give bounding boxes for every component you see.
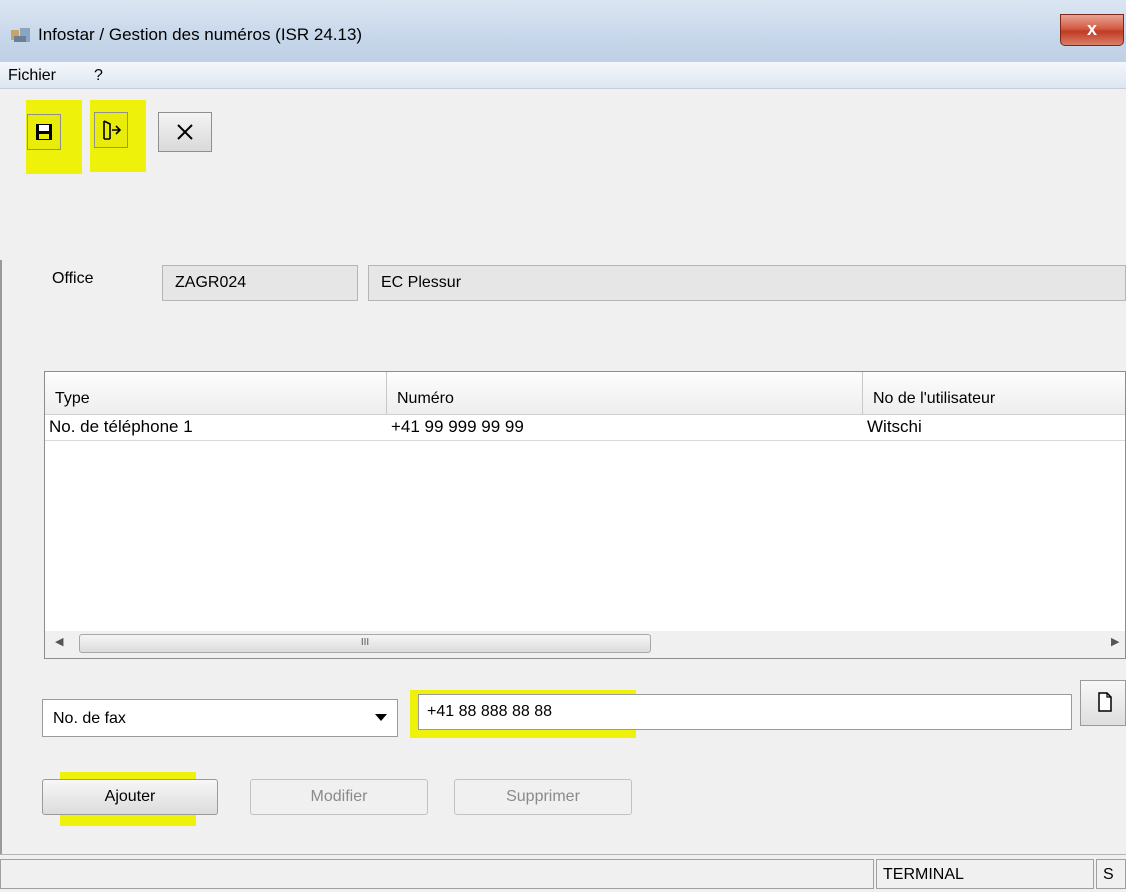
status-message: [0, 859, 874, 889]
status-bar: TERMINAL S: [0, 854, 1126, 892]
number-type-select[interactable]: No. de fax: [42, 699, 398, 737]
add-button[interactable]: Ajouter: [42, 779, 218, 815]
status-extra: S: [1096, 859, 1126, 889]
scroll-thumb[interactable]: III: [79, 634, 651, 653]
table-cell-numero[interactable]: +41 99 999 99 99: [387, 416, 524, 440]
cancel-button[interactable]: [158, 112, 212, 152]
save-button[interactable]: [27, 114, 61, 150]
close-button[interactable]: x: [1060, 14, 1124, 46]
menu-fichier[interactable]: Fichier: [8, 67, 56, 85]
delete-button[interactable]: Supprimer: [454, 779, 632, 815]
column-header-numero[interactable]: Numéro: [387, 372, 863, 415]
number-type-value: No. de fax: [53, 710, 126, 727]
number-input[interactable]: [418, 694, 1072, 730]
window-title: Infostar / Gestion des numéros (ISR 24.1…: [38, 25, 363, 44]
office-code-field: ZAGR024: [162, 265, 358, 301]
table-cell-type[interactable]: No. de téléphone 1: [45, 416, 193, 440]
column-header-type[interactable]: Type: [45, 372, 387, 415]
scroll-left-icon[interactable]: ◀: [55, 635, 63, 648]
horizontal-scrollbar[interactable]: ◀ III ▶: [45, 631, 1125, 658]
office-name-field: EC Plessur: [368, 265, 1126, 301]
scroll-right-icon[interactable]: ▶: [1111, 635, 1119, 648]
office-label: Office: [52, 270, 94, 287]
status-terminal: TERMINAL: [876, 859, 1094, 889]
column-header-user[interactable]: No de l'utilisateur: [863, 372, 1125, 415]
app-icon: [11, 28, 30, 42]
window-left-border: [0, 260, 2, 854]
door-exit-icon: [103, 120, 122, 140]
numbers-table[interactable]: Type Numéro No de l'utilisateur No. de t…: [44, 371, 1126, 659]
chevron-down-icon: [375, 714, 387, 721]
menu-bar: Fichier ?: [0, 62, 1126, 89]
table-cell-user[interactable]: Witschi: [863, 416, 922, 440]
modify-button[interactable]: Modifier: [250, 779, 428, 815]
title-bar: Infostar / Gestion des numéros (ISR 24.1…: [0, 0, 1126, 62]
new-document-button[interactable]: [1080, 680, 1126, 726]
floppy-disk-icon: [36, 124, 52, 140]
exit-button[interactable]: [94, 112, 128, 148]
menu-help[interactable]: ?: [94, 67, 103, 85]
row-divider: [45, 440, 1125, 441]
new-document-icon: [1098, 692, 1112, 712]
close-x-icon: [177, 124, 193, 140]
